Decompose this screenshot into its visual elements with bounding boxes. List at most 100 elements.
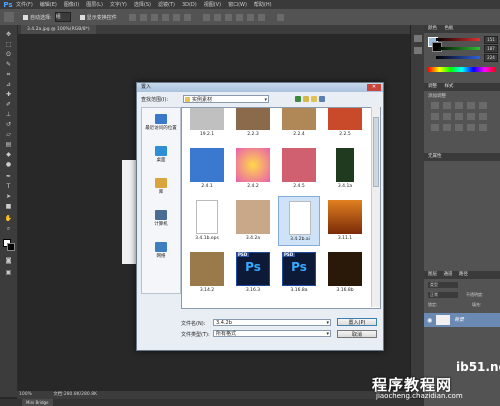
look-in-dropdown[interactable]: 实例素材 ▾ — [183, 95, 269, 103]
pen-tool-icon[interactable]: ✒ — [4, 173, 13, 181]
cancel-button[interactable]: 取消 — [337, 330, 377, 338]
brightness-icon[interactable] — [431, 102, 439, 109]
distribute-bottom-icon[interactable] — [224, 13, 232, 21]
photo-filter-icon[interactable] — [466, 113, 475, 120]
hue-saturation-icon[interactable] — [431, 113, 439, 120]
file-item[interactable]: 2.4.5 — [278, 146, 320, 192]
place-recent[interactable]: 最近访问的位置 — [142, 114, 180, 131]
chevron-down-icon[interactable]: ▾ — [326, 331, 329, 338]
threshold-icon[interactable] — [454, 124, 463, 131]
file-item[interactable]: 2.2.5 — [324, 108, 366, 140]
file-item[interactable]: 3.4.2a — [232, 198, 274, 244]
menu-layer[interactable]: 图层(L) — [86, 1, 103, 8]
gradient-tool-icon[interactable]: ▤ — [4, 141, 13, 149]
dialog-titlebar[interactable]: 置入 ✕ — [137, 83, 383, 92]
screen-mode-icon[interactable]: ▣ — [4, 269, 13, 277]
file-item[interactable]: 2.4.1 — [186, 146, 228, 192]
red-slider[interactable] — [436, 38, 480, 41]
filetype-select[interactable]: 所有格式 ▾ — [213, 330, 331, 337]
file-item[interactable]: 3.4.1b.eps — [186, 198, 228, 244]
zoom-level[interactable]: 100% — [19, 392, 32, 397]
file-item[interactable]: PSD Ps 3.16.3 — [232, 250, 274, 296]
menu-edit[interactable]: 编辑(E) — [40, 1, 57, 8]
menu-view[interactable]: 视图(V) — [204, 1, 221, 8]
blur-tool-icon[interactable]: ◆ — [4, 151, 13, 159]
file-item[interactable]: 3.14.2 — [186, 250, 228, 296]
shape-tool-icon[interactable]: ■ — [4, 203, 13, 211]
menu-help[interactable]: 帮助(H) — [254, 1, 272, 8]
scrollbar-thumb[interactable] — [373, 117, 379, 187]
place-desktop[interactable]: 桌面 — [142, 146, 180, 163]
auto-select-dropdown[interactable]: 组 — [54, 12, 71, 22]
eyedropper-tool-icon[interactable]: ⊿ — [4, 81, 13, 89]
align-bottom-icon[interactable] — [150, 13, 158, 21]
align-right-icon[interactable] — [183, 13, 191, 21]
filename-input[interactable]: 3.4.2b ▾ — [213, 319, 331, 326]
file-item[interactable]: 3.16.8b — [324, 250, 366, 296]
eraser-tool-icon[interactable]: ▱ — [4, 131, 13, 139]
file-item[interactable]: PSD Ps 3.16.8a — [278, 250, 320, 296]
history-brush-tool-icon[interactable]: ↺ — [4, 121, 13, 129]
layer-kind-filter[interactable]: 类型 — [428, 282, 458, 288]
gradient-map-icon[interactable] — [466, 124, 475, 131]
layer-row[interactable]: ◉ 背景 — [424, 313, 500, 327]
channel-mixer-icon[interactable] — [478, 113, 487, 120]
distribute-hcenter-icon[interactable] — [246, 13, 254, 21]
file-item[interactable]: 19.2.1 — [186, 108, 228, 140]
place-network[interactable]: 网络 — [142, 242, 180, 259]
file-item[interactable]: 2.2.3 — [232, 108, 274, 140]
history-panel-icon[interactable] — [414, 35, 422, 42]
posterize-icon[interactable] — [442, 124, 451, 131]
background-color-swatch[interactable] — [7, 243, 15, 251]
menu-select[interactable]: 选择(S) — [134, 1, 151, 8]
chevron-down-icon[interactable]: ▾ — [326, 320, 329, 327]
properties-panel-icon[interactable] — [414, 47, 422, 54]
file-list-scrollbar[interactable] — [371, 107, 380, 307]
brush-tool-icon[interactable]: ✐ — [4, 101, 13, 109]
type-tool-icon[interactable]: T — [4, 183, 13, 191]
file-item-selected[interactable]: 3.4.2b.ai — [278, 196, 320, 246]
swatches-tab-label[interactable]: 色板 — [444, 26, 453, 31]
menu-file[interactable]: 文件(F) — [16, 1, 33, 8]
red-value[interactable]: 151 — [484, 36, 498, 44]
styles-tab-label[interactable]: 样式 — [444, 84, 453, 89]
place-button[interactable]: 置入(P) — [337, 318, 377, 326]
quick-select-tool-icon[interactable]: ✎ — [4, 61, 13, 69]
document-tab[interactable]: 3.4.2a.jpg @ 100%(RGB/8*) — [21, 25, 96, 34]
menu-window[interactable]: 窗口(W) — [228, 1, 247, 8]
lasso-tool-icon[interactable]: ʘ — [4, 51, 13, 59]
color-spectrum-bar[interactable] — [428, 67, 496, 72]
close-button[interactable]: ✕ — [367, 84, 381, 91]
file-item[interactable]: 2.2.4 — [278, 108, 320, 140]
file-item[interactable]: 3.11.1 — [324, 198, 366, 244]
view-menu-icon[interactable] — [319, 96, 325, 102]
color-panel-tab[interactable]: 颜色 色板 — [424, 25, 500, 33]
levels-icon[interactable] — [442, 102, 451, 109]
green-slider[interactable] — [436, 47, 480, 50]
file-item[interactable]: 3.4.1a — [324, 146, 366, 192]
quick-mask-icon[interactable]: ◙ — [4, 257, 13, 265]
move-tool-icon[interactable]: ✥ — [4, 31, 13, 39]
crop-tool-icon[interactable]: ⌗ — [4, 71, 13, 79]
move-tool-preset-icon[interactable] — [4, 12, 14, 22]
layers-panel-tab[interactable]: 图层 通道 路径 — [424, 271, 500, 279]
menu-type[interactable]: 文字(Y) — [110, 1, 127, 8]
exposure-icon[interactable] — [466, 102, 475, 109]
back-icon[interactable] — [295, 96, 301, 102]
distribute-top-icon[interactable] — [202, 13, 210, 21]
selective-color-icon[interactable] — [478, 124, 487, 131]
show-transform-checkbox[interactable] — [79, 14, 85, 20]
auto-select-checkbox[interactable] — [23, 14, 28, 20]
place-computer[interactable]: 计算机 — [142, 210, 180, 227]
zoom-tool-icon[interactable]: ⌕ — [4, 225, 13, 233]
mini-bridge-tab[interactable]: Mini Bridge — [22, 399, 53, 406]
menu-filter[interactable]: 滤镜(T) — [158, 1, 175, 8]
blue-value[interactable]: 224 — [484, 54, 498, 62]
adjustments-panel-tab[interactable]: 调整 样式 — [424, 83, 500, 91]
properties-panel-tab[interactable]: 无属性 — [424, 153, 500, 161]
menu-3d[interactable]: 3D(D) — [182, 2, 197, 8]
align-hcenter-icon[interactable] — [172, 13, 180, 21]
file-item[interactable]: 2.4.2 — [232, 146, 274, 192]
distribute-vcenter-icon[interactable] — [213, 13, 221, 21]
up-folder-icon[interactable] — [303, 96, 309, 102]
